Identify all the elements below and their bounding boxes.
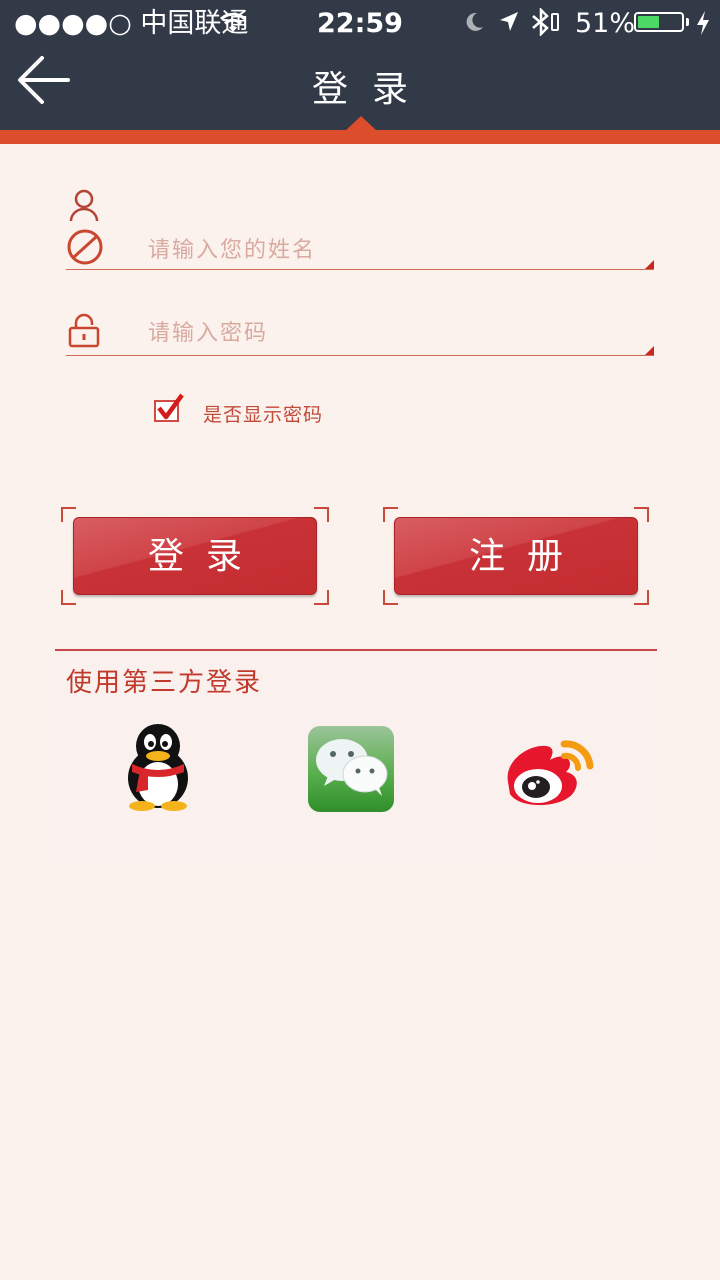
moon-icon	[466, 12, 483, 31]
battery-icon	[634, 12, 684, 32]
username-input[interactable]: 请输入您的姓名	[148, 232, 316, 264]
clear-input-icon[interactable]	[66, 228, 104, 266]
qq-icon[interactable]	[118, 720, 198, 812]
battery-level-fill	[638, 16, 659, 28]
wechat-icon[interactable]	[308, 726, 394, 812]
charging-bolt-icon	[697, 11, 709, 35]
password-underline	[66, 355, 654, 356]
weibo-icon[interactable]	[500, 730, 600, 810]
checkmark-icon	[157, 393, 184, 420]
login-bracket-br	[314, 590, 329, 605]
register-button[interactable]: 注册	[394, 517, 638, 595]
username-field-corner	[645, 260, 654, 269]
nav-accent-bar	[0, 130, 720, 144]
battery-tip	[686, 18, 689, 26]
bluetooth-icon	[532, 8, 559, 36]
third-party-login-title: 使用第三方登录	[66, 668, 263, 698]
user-icon	[69, 189, 99, 222]
nav-indicator-notch	[345, 116, 377, 131]
password-input[interactable]: 请输入密码	[148, 315, 268, 347]
location-arrow-icon	[500, 12, 518, 31]
page-title: 登录	[311, 69, 432, 110]
show-password-label: 是否显示密码	[203, 404, 324, 426]
lock-icon	[68, 313, 100, 348]
login-button[interactable]: 登录	[73, 517, 317, 595]
username-underline	[66, 269, 654, 270]
battery-percentage: 51%	[575, 8, 636, 39]
password-field-corner	[645, 346, 654, 355]
